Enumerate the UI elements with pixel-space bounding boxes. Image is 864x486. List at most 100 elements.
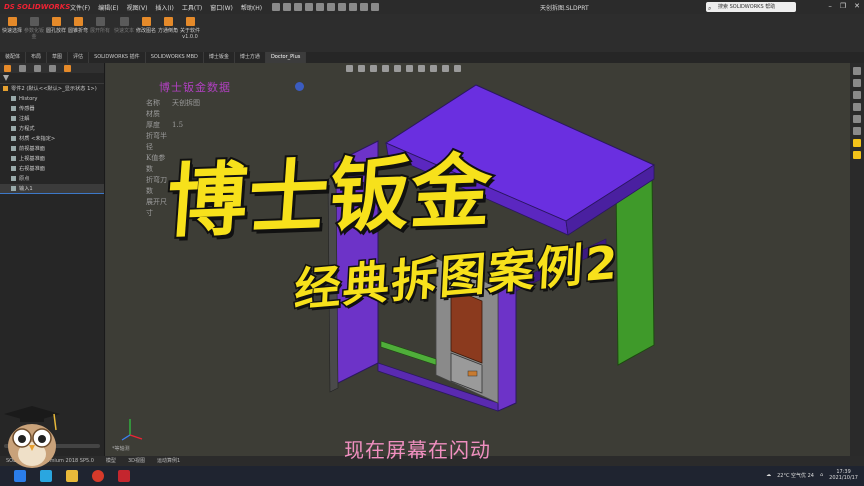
tab[interactable]: 装配体 [0, 52, 27, 63]
menu-item[interactable]: 工具(T) [182, 3, 202, 12]
tab[interactable]: 草图 [47, 52, 69, 63]
feature-tree-icon[interactable] [4, 64, 11, 72]
rebuild-icon[interactable] [360, 3, 369, 11]
quick-access-toolbar [272, 3, 380, 11]
command-button[interactable]: 展开所有 [90, 17, 110, 34]
select-icon[interactable] [349, 3, 358, 11]
tab[interactable]: 评估 [68, 52, 90, 63]
tab[interactable]: 布局 [26, 52, 48, 63]
open-icon[interactable] [294, 3, 303, 11]
window-controls: – ❐ ✕ [828, 2, 860, 10]
tree-item[interactable]: 输入1 [0, 184, 104, 194]
menu-item[interactable]: 帮助(H) [241, 3, 262, 12]
tree-item[interactable]: 上视基准面 [0, 154, 104, 164]
import-icon [11, 186, 16, 191]
tab[interactable]: SOLIDWORKS 插件 [89, 52, 146, 63]
tree-item[interactable]: 方程式 [0, 124, 104, 134]
command-button[interactable]: 圆锥折弯 [68, 17, 88, 34]
new-file-icon[interactable] [283, 3, 292, 11]
command-button[interactable]: 参数化钣金 [24, 17, 44, 40]
file-explorer-icon[interactable] [853, 91, 861, 99]
filter-icon [3, 75, 9, 81]
model-green-bracket [380, 340, 437, 366]
command-button[interactable]: 快速文本 [114, 17, 134, 34]
command-icon [141, 17, 151, 26]
edge-browser-icon[interactable] [40, 470, 52, 482]
windows-start-icon[interactable] [14, 470, 26, 482]
model-drawer-handle [467, 370, 478, 377]
tab[interactable]: 博士方通 [235, 52, 266, 63]
save-icon[interactable] [305, 3, 314, 11]
network-icon[interactable]: ⌂ [820, 472, 823, 478]
clock[interactable]: 17:39 2021/10/17 [829, 469, 858, 481]
status-tab-motion-study[interactable]: 运动算例1 [151, 456, 186, 466]
property-manager-icon[interactable] [19, 64, 26, 72]
menu-item[interactable]: 窗口(W) [210, 3, 233, 12]
command-icon [7, 17, 17, 26]
tree-filter[interactable] [0, 73, 104, 84]
part-icon [3, 86, 8, 91]
command-button[interactable]: 快速选择 [2, 17, 22, 34]
undo-icon[interactable] [327, 3, 336, 11]
tree-item[interactable]: 注解 [0, 114, 104, 124]
command-button[interactable]: 圆孔放样 [46, 17, 66, 34]
overlay-caption: 现在屏幕在闪动 [344, 438, 491, 462]
solidworks-forum-icon[interactable] [853, 139, 861, 147]
record-icon[interactable] [92, 470, 104, 482]
command-button[interactable]: 关于软件v1.0.0 [180, 17, 200, 40]
tree-item[interactable]: History [0, 94, 104, 104]
display-manager-icon[interactable] [64, 64, 71, 72]
command-icon [29, 17, 39, 26]
weather-text[interactable]: 22°C 空气优 24 [777, 472, 814, 479]
help-search-input[interactable]: ⌕ 搜索 SOLIDWORKS 帮助 [706, 2, 796, 12]
tree-item[interactable]: 右视基准面 [0, 164, 104, 174]
tree-item[interactable]: 传感器 [0, 104, 104, 114]
plane-icon [11, 156, 16, 161]
close-icon[interactable]: ✕ [854, 2, 860, 10]
resources-icon[interactable] [853, 67, 861, 75]
tree-item[interactable]: 零件2 (默认<<默认>_显示状态 1>) [0, 84, 104, 94]
solidworks-logo[interactable]: DS SOLIDWORKS [0, 3, 70, 11]
feature-tree: 零件2 (默认<<默认>_显示状态 1>) History 传感器 注解 方程式 材质 <… [0, 84, 104, 194]
design-library-icon[interactable] [853, 79, 861, 87]
menu-item[interactable]: 视图(V) [127, 3, 148, 12]
system-tray: ☁ 22°C 空气优 24 ⌂ 17:39 2021/10/17 [766, 469, 858, 481]
command-button[interactable]: 修改图名 [136, 17, 156, 34]
status-tab-model[interactable]: 模型 [100, 456, 122, 466]
configuration-manager-icon[interactable] [34, 64, 41, 72]
command-button[interactable]: 方通倒角 [158, 17, 178, 34]
menu-item[interactable]: 文件(F) [70, 3, 90, 12]
appearances-icon[interactable] [853, 115, 861, 123]
view-orientation-label: *等轴测 [112, 446, 130, 452]
redo-icon[interactable] [338, 3, 347, 11]
menu-item[interactable]: 编辑(E) [98, 3, 118, 12]
minimize-icon[interactable]: – [828, 2, 832, 10]
plane-icon [11, 166, 16, 171]
view-palette-icon[interactable] [853, 103, 861, 111]
owl-mascot-icon [4, 406, 60, 468]
dimxpert-icon[interactable] [49, 64, 56, 72]
command-manager: 快速选择 参数化钣金 圆孔放样 圆锥折弯 展开所有 快速文本 修改图名 方通倒角 关于软件v1.… [0, 14, 864, 52]
restore-icon[interactable]: ❐ [840, 2, 846, 10]
notes-icon[interactable] [853, 151, 861, 159]
menu-item[interactable]: 插入(I) [155, 3, 173, 12]
options-icon[interactable] [371, 3, 380, 11]
command-icon [185, 17, 195, 26]
tab[interactable]: 博士钣金 [204, 52, 235, 63]
tree-item[interactable]: 材质 <未指定> [0, 134, 104, 144]
folder-icon [11, 96, 16, 101]
status-tab-3d-views[interactable]: 3D视图 [122, 456, 151, 466]
tab[interactable]: SOLIDWORKS MBD [146, 52, 204, 63]
file-explorer-taskbar-icon[interactable] [66, 470, 78, 482]
print-icon[interactable] [316, 3, 325, 11]
command-icon [51, 17, 61, 26]
material-icon [11, 136, 16, 141]
solidworks-taskbar-icon[interactable] [118, 470, 130, 482]
home-icon[interactable] [272, 3, 281, 11]
tree-item[interactable]: 前视基准面 [0, 144, 104, 154]
task-pane [850, 63, 864, 456]
custom-properties-icon[interactable] [853, 127, 861, 135]
weather-icon[interactable]: ☁ [766, 472, 771, 478]
tree-item[interactable]: 原点 [0, 174, 104, 184]
tab[interactable]: Doctor_Plus [265, 52, 307, 63]
